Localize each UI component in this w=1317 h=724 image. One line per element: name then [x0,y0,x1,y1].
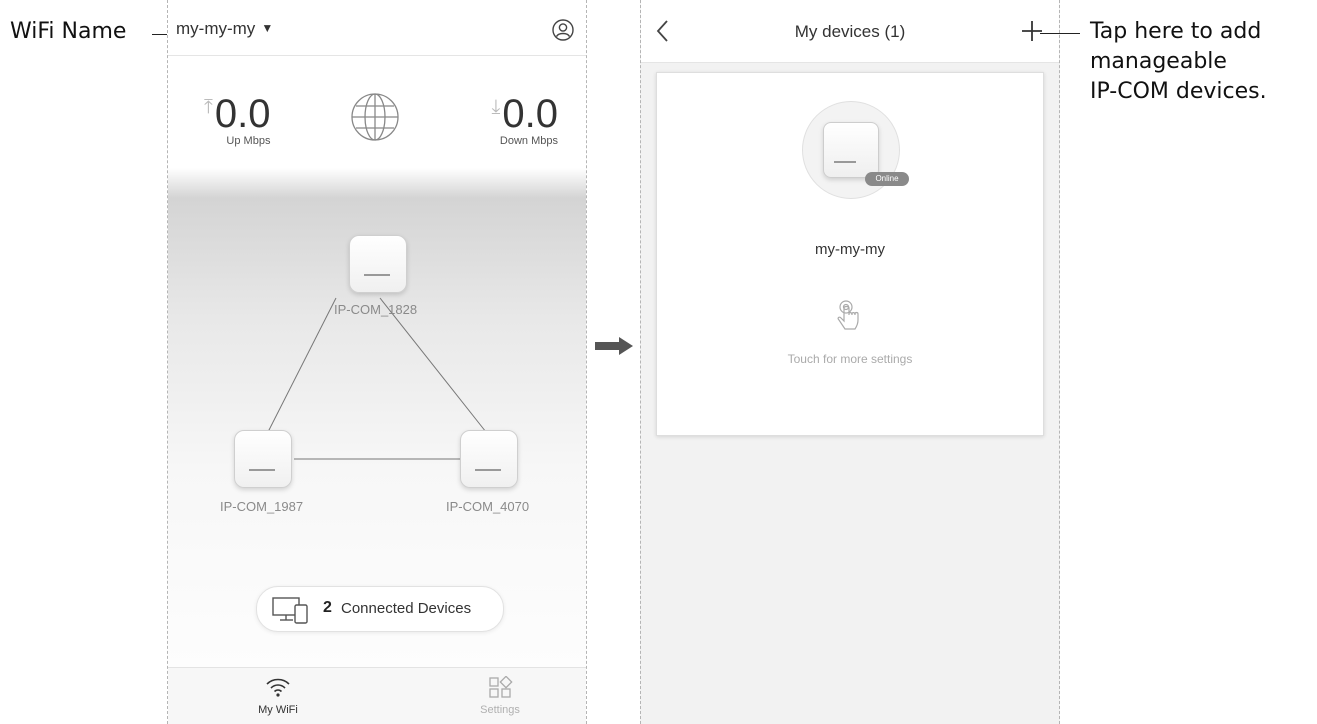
mesh-link-top-left [267,297,337,433]
mesh-node-1828[interactable] [349,235,407,293]
home-screen: my-my-my ▼ ⤒0.0 Up Mbps ⤓0.0 Down Mbps IP… [167,0,587,724]
dropdown-caret-icon: ▼ [261,21,274,35]
download-speed: ⤓0.0 Down Mbps [492,92,558,147]
add-callout-line-3: IP-COM devices. [1090,79,1267,104]
touch-hint-text: Touch for more settings [787,352,913,366]
device-name: my-my-my [815,241,885,258]
upload-speed: ⤒0.0 Up Mbps [204,92,270,147]
upload-arrow-icon: ⤒ [204,96,213,118]
add-device-pointer-line [1040,33,1080,34]
download-label: Down Mbps [499,135,558,147]
tab-settings[interactable]: Settings [430,668,570,724]
devices-top-bar: My devices (1) [641,0,1059,63]
mesh-node-label: IP-COM_4070 [446,499,530,514]
wifi-name-selector[interactable]: my-my-my ▼ [176,19,273,39]
mesh-node-label: IP-COM_1828 [334,302,418,317]
tab-my-wifi-label: My WiFi [258,704,298,716]
download-value: 0.0 [502,92,558,136]
wifi-icon [266,678,290,697]
grid-settings-icon [489,676,513,698]
connected-devices-button[interactable]: 2 Connected Devices [256,586,504,632]
bottom-tab-bar: My WiFi Settings [168,667,586,724]
devices-icon [272,597,308,624]
mesh-node-4070[interactable] [460,430,518,488]
page-title: My devices (1) [794,22,906,41]
tab-my-wifi[interactable]: My WiFi [208,668,348,724]
add-device-annotation: Tap here to add manageable IP-COM device… [1090,17,1267,107]
tab-settings-label: Settings [480,704,520,716]
download-arrow-icon: ⤓ [491,96,501,118]
upload-value: 0.0 [214,92,271,136]
my-devices-screen: My devices (1) Online my-my-my Touch for… [640,0,1060,724]
user-profile-icon[interactable] [552,19,574,41]
mesh-link-top-right [379,297,487,433]
add-device-plus-icon[interactable] [1021,20,1043,42]
home-top-bar: my-my-my ▼ [168,0,586,56]
connected-count: 2 [323,599,332,616]
wifi-name-annotation: WiFi Name [10,19,127,44]
status-badge: Online [865,172,909,186]
connected-label: Connected Devices [341,600,472,617]
touch-hand-icon [837,300,859,330]
wifi-name-text: my-my-my [176,19,256,38]
add-callout-line-2: manageable [1090,49,1227,74]
router-device-icon [823,122,879,178]
device-avatar: Online [802,101,909,199]
mesh-node-label: IP-COM_1987 [220,499,304,514]
globe-internet-icon [351,93,399,141]
flow-arrow-icon [595,337,633,355]
device-card[interactable]: Online my-my-my Touch for more settings [656,72,1044,436]
add-callout-line-1: Tap here to add [1090,19,1262,44]
mesh-node-1987[interactable] [234,430,292,488]
